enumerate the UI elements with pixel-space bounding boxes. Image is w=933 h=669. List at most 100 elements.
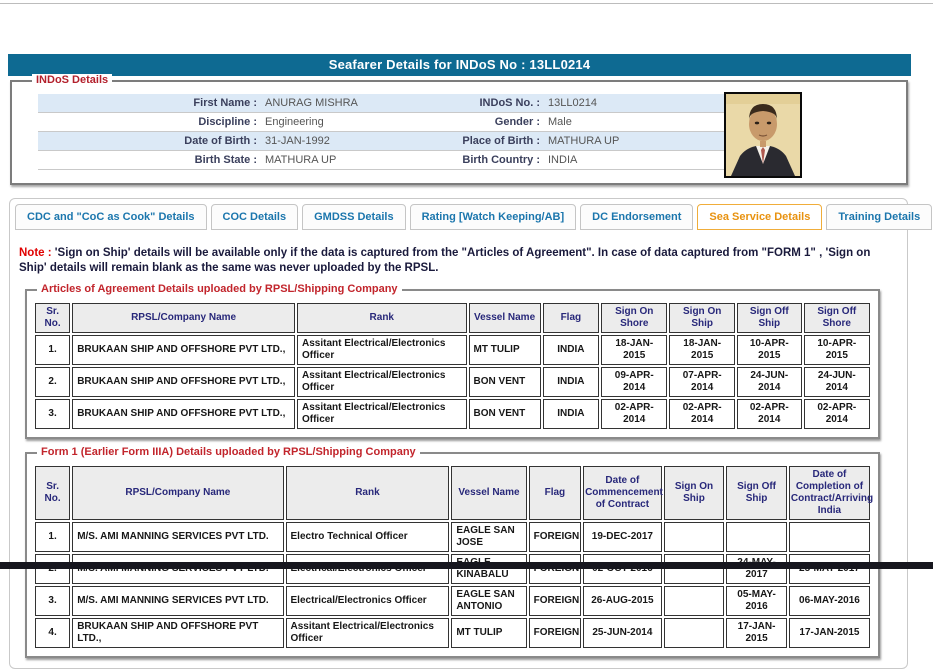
field-label: Date of Birth : <box>38 132 257 150</box>
table-cell: 3. <box>35 399 70 429</box>
column-header: RPSL/Company Name <box>72 303 295 333</box>
page-top-divider <box>0 3 933 4</box>
field-label: Gender : <box>415 113 540 131</box>
table-cell: EAGLE SAN ANTONIO <box>451 586 526 616</box>
column-header: Sign On Ship <box>664 466 725 520</box>
tab-sea-service-details[interactable]: Sea Service Details <box>697 204 822 230</box>
column-header: Date of Completion of Contract/Arriving … <box>789 466 870 520</box>
field-value: 13LL0214 <box>540 94 726 112</box>
table-cell: 02-APR-2014 <box>737 399 802 429</box>
tab-gmdss-details[interactable]: GMDSS Details <box>302 204 405 230</box>
table-cell: FOREIGN <box>529 554 581 584</box>
table-cell: INDIA <box>543 367 600 397</box>
table-cell <box>664 618 725 648</box>
table-cell: 17-JAN-2015 <box>789 618 870 648</box>
articles-of-agreement-legend: Articles of Agreement Details uploaded b… <box>37 283 402 295</box>
tab-training-details[interactable]: Training Details <box>826 204 932 230</box>
column-header: Sign Off Ship <box>726 466 787 520</box>
column-header: Sr. No. <box>35 466 70 520</box>
table-cell <box>789 522 870 552</box>
field-value: MATHURA UP <box>257 151 415 169</box>
indos-details-legend: INDoS Details <box>32 74 112 86</box>
field-value: 31-JAN-1992 <box>257 132 415 150</box>
table-row: 4.BRUKAAN SHIP AND OFFSHORE PVT LTD.,Ass… <box>35 618 870 648</box>
tab-cdc-and-coc-as-cook-details[interactable]: CDC and "CoC as Cook" Details <box>15 204 207 230</box>
header-row: Sr. No.RPSL/Company NameRankVessel NameF… <box>35 303 870 333</box>
table-cell: 18-JAN-2015 <box>669 335 735 365</box>
column-header: Sign Off Shore <box>804 303 870 333</box>
form1-table: Sr. No.RPSL/Company NameRankVessel NameF… <box>33 464 872 650</box>
column-header: Sign On Ship <box>669 303 735 333</box>
column-header: Flag <box>543 303 600 333</box>
table-cell: 24-JUN-2014 <box>737 367 802 397</box>
table-cell: 18-JAN-2015 <box>601 335 667 365</box>
table-cell: Assitant Electrical/Electronics Officer <box>286 618 450 648</box>
table-row: 2.BRUKAAN SHIP AND OFFSHORE PVT LTD.,Ass… <box>35 367 870 397</box>
table-cell: 25-JUN-2014 <box>583 618 662 648</box>
table-cell: BRUKAAN SHIP AND OFFSHORE PVT LTD., <box>72 618 283 648</box>
table-cell: 05-MAY-2016 <box>726 586 787 616</box>
table-cell: Electrical/Electronics Officer <box>286 586 450 616</box>
column-header: Sr. No. <box>35 303 70 333</box>
table-cell <box>664 522 725 552</box>
column-header: Vessel Name <box>451 466 526 520</box>
table-cell: 02-APR-2014 <box>804 399 870 429</box>
table-cell: MT TULIP <box>451 618 526 648</box>
table-cell: BRUKAAN SHIP AND OFFSHORE PVT LTD., <box>72 335 295 365</box>
column-header: RPSL/Company Name <box>72 466 283 520</box>
table-cell: 02-OCT-2016 <box>583 554 662 584</box>
field-label: Birth Country : <box>415 151 540 169</box>
column-header: Sign On Shore <box>601 303 667 333</box>
form1-section: Form 1 (Earlier Form IIIA) Details uploa… <box>25 452 880 658</box>
table-cell: INDIA <box>543 399 600 429</box>
tab-dc-endorsement[interactable]: DC Endorsement <box>580 204 693 230</box>
detail-row: Date of Birth :31-JAN-1992Place of Birth… <box>38 132 726 151</box>
table-cell: 25-MAY-2017 <box>789 554 870 584</box>
table-cell <box>726 522 787 552</box>
field-value: INDIA <box>540 151 726 169</box>
header-row: Sr. No.RPSL/Company NameRankVessel NameF… <box>35 466 870 520</box>
field-label: INDoS No. : <box>415 94 540 112</box>
table-cell: FOREIGN <box>529 586 581 616</box>
table-cell: MT TULIP <box>469 335 541 365</box>
table-cell: 24-MAY-2017 <box>726 554 787 584</box>
detail-row: Birth State :MATHURA UPBirth Country :IN… <box>38 151 726 170</box>
column-header: Rank <box>297 303 467 333</box>
table-cell: 09-APR-2014 <box>601 367 667 397</box>
table-row: 3.BRUKAAN SHIP AND OFFSHORE PVT LTD.,Ass… <box>35 399 870 429</box>
table-cell: M/S. AMI MANNING SERVICES PVT LTD. <box>72 554 283 584</box>
detail-row: Discipline :EngineeringGender :Male <box>38 113 726 132</box>
field-label: Place of Birth : <box>415 132 540 150</box>
table-cell: Electro Technical Officer <box>286 522 450 552</box>
tab-rating-watch-keeping-ab[interactable]: Rating [Watch Keeping/AB] <box>410 204 577 230</box>
field-value: MATHURA UP <box>540 132 726 150</box>
column-header: Vessel Name <box>469 303 541 333</box>
articles-of-agreement-section: Articles of Agreement Details uploaded b… <box>25 289 880 439</box>
table-cell <box>664 554 725 584</box>
table-row: 2.M/S. AMI MANNING SERVICES PVT LTD.Elec… <box>35 554 870 584</box>
note-prefix: Note : <box>19 247 52 259</box>
table-cell: BON VENT <box>469 367 541 397</box>
column-header: Sign Off Ship <box>737 303 802 333</box>
table-cell: EAGLE SAN JOSE <box>451 522 526 552</box>
tab-content-panel: CDC and "CoC as Cook" DetailsCOC Details… <box>9 198 908 669</box>
table-cell: 02-APR-2014 <box>601 399 667 429</box>
table-cell: FOREIGN <box>529 618 581 648</box>
table-cell: 3. <box>35 586 70 616</box>
form1-legend: Form 1 (Earlier Form IIIA) Details uploa… <box>37 446 420 458</box>
detail-row: First Name :ANURAG MISHRAINDoS No. :13LL… <box>38 94 726 113</box>
table-cell: BRUKAAN SHIP AND OFFSHORE PVT LTD., <box>72 367 295 397</box>
table-cell: 24-JUN-2014 <box>804 367 870 397</box>
note-body: 'Sign on Ship' details will be available… <box>19 247 870 274</box>
seafarer-photo <box>724 92 802 178</box>
table-cell: 07-APR-2014 <box>669 367 735 397</box>
table-row: 1.M/S. AMI MANNING SERVICES PVT LTD.Elec… <box>35 522 870 552</box>
field-value: Male <box>540 113 726 131</box>
table-cell: 02-APR-2014 <box>669 399 735 429</box>
field-value: ANURAG MISHRA <box>257 94 415 112</box>
table-cell: Assitant Electrical/Electronics Officer <box>297 399 467 429</box>
table-cell: M/S. AMI MANNING SERVICES PVT LTD. <box>72 522 283 552</box>
tab-coc-details[interactable]: COC Details <box>211 204 299 230</box>
field-label: First Name : <box>38 94 257 112</box>
field-label: Birth State : <box>38 151 257 169</box>
